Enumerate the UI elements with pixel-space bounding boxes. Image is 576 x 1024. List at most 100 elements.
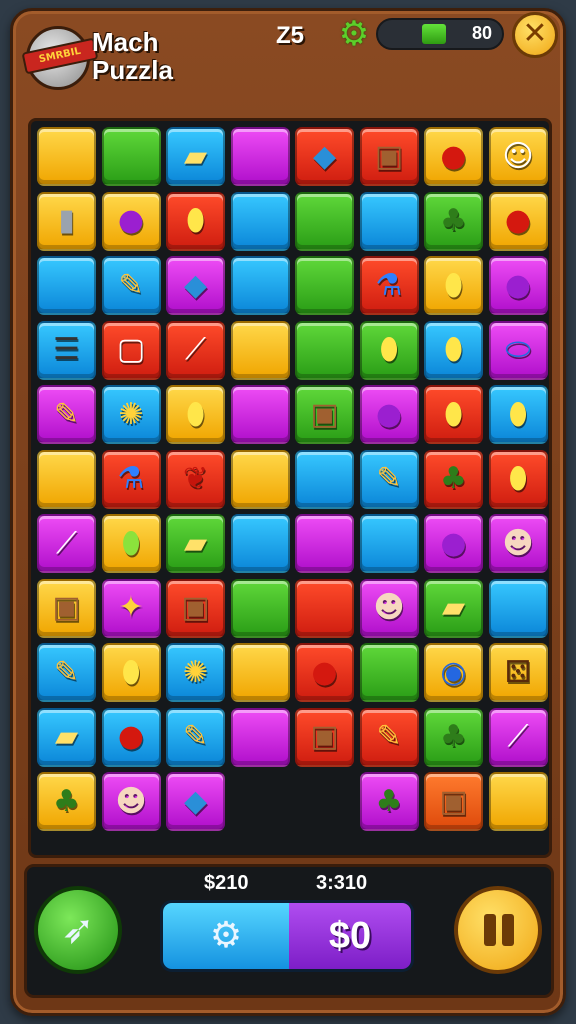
tile[interactable] <box>230 707 290 767</box>
tile[interactable]: ⬮ <box>359 320 419 380</box>
score-display[interactable]: $0 <box>289 903 411 969</box>
tile[interactable]: ❦ <box>166 449 225 509</box>
tile[interactable]: ⚄ <box>488 643 548 702</box>
tile[interactable]: ◆ <box>166 772 225 831</box>
tile[interactable]: ⬮ <box>101 514 161 573</box>
game-board[interactable]: ▰ ◆ ▣ ● ☺ ▮ ● ⬮ ♣ ● ✎ ◆ ⚗ ⬮ ● ☰ ▢ ⟋ ⬮ ⬮ ⬭ ✎ ✺ ⬮ ▣ ● ⬮ ⬮ ⚗ ❦ ✎ ♣ ⬮ ⟋ ⬮ ▰ ● ☻ ▣ ✦… <box>28 118 552 858</box>
pause-button[interactable] <box>454 886 542 974</box>
tile[interactable]: ◆ <box>295 127 354 186</box>
tile[interactable]: ● <box>488 191 548 251</box>
tile[interactable]: ⬮ <box>424 256 483 315</box>
tile[interactable]: ✎ <box>101 256 161 315</box>
tile[interactable] <box>230 191 290 251</box>
gear-icon[interactable]: ⚙ <box>336 16 372 52</box>
tile[interactable]: ● <box>424 514 483 573</box>
tile[interactable] <box>295 578 354 638</box>
tile[interactable]: ● <box>424 127 483 186</box>
tile[interactable] <box>295 514 354 573</box>
tile[interactable]: ⬮ <box>166 385 225 444</box>
tile[interactable]: ⬮ <box>166 191 225 251</box>
tile[interactable] <box>359 191 419 251</box>
tile[interactable] <box>488 578 548 638</box>
tile[interactable] <box>37 127 96 186</box>
tile[interactable]: ⬮ <box>424 320 483 380</box>
tile[interactable] <box>101 127 161 186</box>
tile[interactable]: ▰ <box>424 578 483 638</box>
tile[interactable]: ⬮ <box>488 385 548 444</box>
tile[interactable] <box>359 514 419 573</box>
tile[interactable]: ☻ <box>488 514 548 573</box>
tile[interactable]: ◆ <box>166 256 225 315</box>
crate-icon: ▣ <box>52 590 81 625</box>
tile[interactable] <box>230 320 290 380</box>
tile[interactable]: ⬮ <box>101 643 161 702</box>
tile[interactable]: ⬭ <box>488 320 548 380</box>
tile[interactable]: ⟋ <box>37 514 96 573</box>
tile[interactable] <box>230 256 290 315</box>
tile[interactable]: ◉ <box>424 643 483 702</box>
tile[interactable]: ▣ <box>37 578 96 638</box>
tile[interactable]: ♣ <box>424 191 483 251</box>
compass-button[interactable]: ➶ <box>34 886 122 974</box>
tile[interactable]: ▣ <box>424 772 483 831</box>
tile[interactable]: ● <box>101 707 161 767</box>
tile[interactable]: ▣ <box>359 127 419 186</box>
tile[interactable] <box>295 191 354 251</box>
face-icon: ☺ <box>502 138 534 174</box>
title-line-2: Puzzla <box>92 55 173 85</box>
tile[interactable]: ● <box>295 643 354 702</box>
tile[interactable]: ♣ <box>359 772 419 831</box>
tile[interactable]: ▰ <box>166 514 225 573</box>
tile[interactable] <box>37 449 96 509</box>
tile[interactable] <box>230 643 290 702</box>
settings-button[interactable]: ⚙ <box>163 903 289 969</box>
pencil-icon: ✎ <box>118 267 144 303</box>
tile[interactable] <box>230 385 290 444</box>
tile[interactable]: ♣ <box>37 772 96 831</box>
tile[interactable] <box>230 449 290 509</box>
tile[interactable]: ⟋ <box>166 320 225 380</box>
tile[interactable]: ✎ <box>37 385 96 444</box>
tile[interactable] <box>295 320 354 380</box>
tile[interactable] <box>230 514 290 573</box>
tile[interactable]: ✎ <box>359 707 419 767</box>
tile[interactable]: ▮ <box>37 191 96 251</box>
tile[interactable]: ▰ <box>37 707 96 767</box>
tile[interactable]: ☰ <box>37 320 96 380</box>
tile[interactable]: ✎ <box>359 449 419 509</box>
tile[interactable]: ● <box>488 256 548 315</box>
tile[interactable]: ✺ <box>166 643 225 702</box>
tile[interactable] <box>295 256 354 315</box>
tile[interactable]: ● <box>359 385 419 444</box>
tile[interactable]: ♣ <box>424 707 483 767</box>
tile[interactable]: ✎ <box>37 643 96 702</box>
tile[interactable]: ☺ <box>488 127 548 186</box>
tile[interactable]: ♣ <box>424 449 483 509</box>
tile[interactable]: ● <box>101 191 161 251</box>
close-button[interactable]: ✕ <box>512 12 558 58</box>
berry-icon: ● <box>375 396 403 432</box>
tile[interactable]: ▢ <box>101 320 161 380</box>
tile[interactable] <box>37 256 96 315</box>
tile[interactable] <box>359 643 419 702</box>
tile[interactable] <box>488 772 548 831</box>
tile[interactable]: ☻ <box>101 772 161 831</box>
tile[interactable]: ▣ <box>166 578 225 638</box>
tile[interactable] <box>230 127 290 186</box>
tile[interactable]: ▣ <box>295 385 354 444</box>
tile[interactable]: ⟋ <box>488 707 548 767</box>
tile[interactable] <box>230 578 290 638</box>
tile[interactable]: ⚗ <box>101 449 161 509</box>
tile[interactable]: ⬮ <box>424 385 483 444</box>
tile[interactable]: ✦ <box>101 578 161 638</box>
tile[interactable]: ▣ <box>295 707 354 767</box>
tile[interactable] <box>295 449 354 509</box>
crate-icon: ▣ <box>374 138 404 174</box>
tile[interactable]: ✎ <box>166 707 225 767</box>
tile[interactable]: ☻ <box>359 578 419 638</box>
tile[interactable]: ⬮ <box>488 449 548 509</box>
tile[interactable]: ✺ <box>101 385 161 444</box>
tile[interactable]: ⚗ <box>359 256 419 315</box>
logo-ribbon: SMRBIL <box>21 37 99 75</box>
tile[interactable]: ▰ <box>166 127 225 186</box>
